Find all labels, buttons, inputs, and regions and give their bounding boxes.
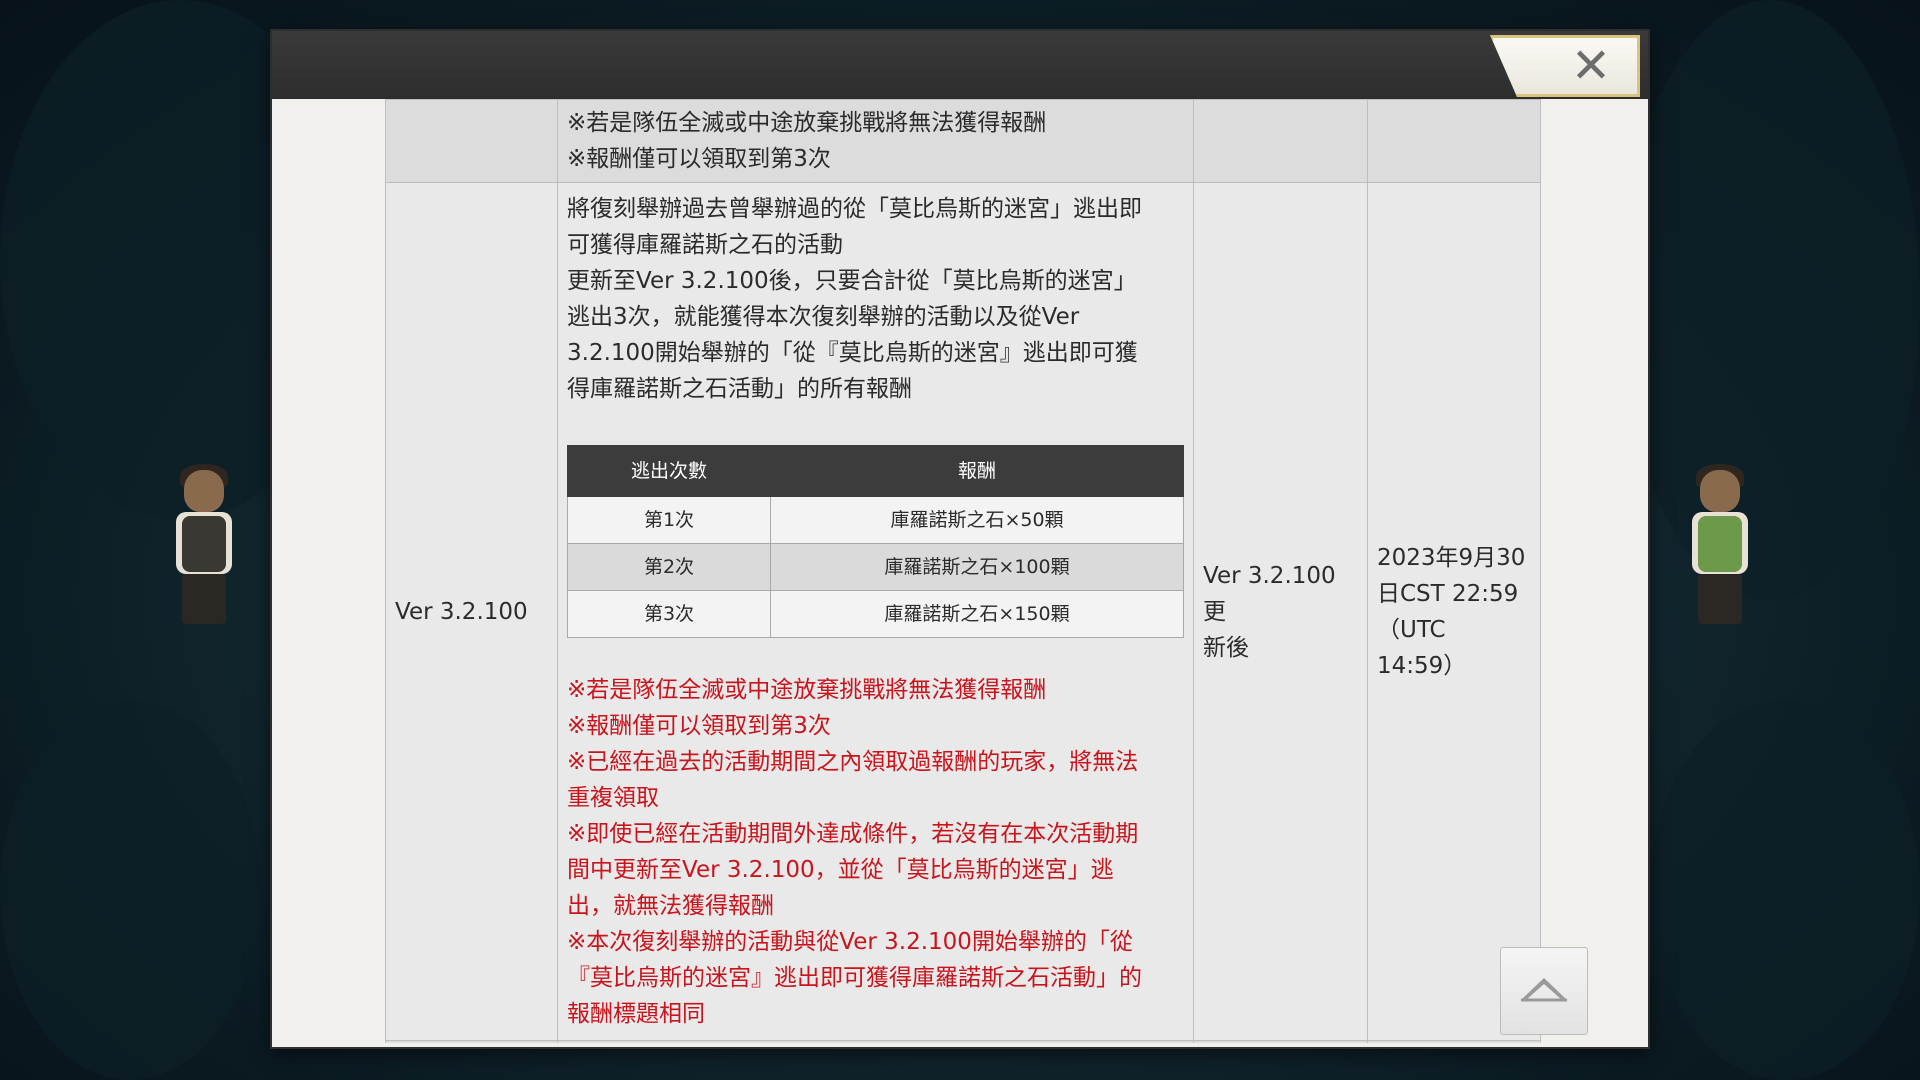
description-cell: 將復刻舉辦過去曾舉辦過的從「莫比烏斯的迷宮」逃出即 可獲得庫羅諾斯之石的活動 更… (557, 182, 1194, 1041)
dialog-content[interactable]: ※若是隊伍全滅或中途放棄挑戰將無法獲得報酬 ※報酬僅可以領取到第3次 Ver 3… (279, 99, 1641, 1043)
end-line: （UTC (1377, 616, 1446, 643)
note-line: 間中更新至Ver 3.2.100，並從「莫比烏斯的迷宮」逃 (567, 857, 1114, 883)
start-line: 新後 (1203, 634, 1249, 661)
version-cell (385, 99, 558, 183)
character-sprite-left (168, 464, 238, 630)
character-sprite-right (1684, 464, 1754, 630)
end-line: 日CST 22:59 (1377, 580, 1519, 607)
note-line: ※報酬僅可以領取到第3次 (567, 713, 831, 739)
description-line: 3.2.100開始舉辦的「從『莫比烏斯的迷宮』逃出即可獲 (567, 340, 1138, 366)
reward-row: 第1次 庫羅諾斯之石×50顆 (567, 496, 1184, 544)
notes-cell: ※若是隊伍全滅或中途放棄挑戰將無法獲得報酬 ※報酬僅可以領取到第3次 (557, 99, 1194, 183)
note-line: ※若是隊伍全滅或中途放棄挑戰將無法獲得報酬 (567, 110, 1047, 136)
table-row: Ver 3.2.100 將復刻舉辦過去曾舉辦過的從「莫比烏斯的迷宮」逃出即 可獲… (385, 182, 1541, 1041)
table-row: ※若是隊伍全滅或中途放棄挑戰將無法獲得報酬 ※報酬僅可以領取到第3次 (385, 99, 1541, 183)
reward-count: 第3次 (567, 590, 771, 638)
note-line: 出，就無法獲得報酬 (567, 893, 774, 919)
end-cell: 2023年9月30 日CST 22:59 （UTC 14:59） (1367, 182, 1541, 1041)
reward-row: 第3次 庫羅諾斯之石×150顆 (567, 590, 1184, 638)
description-line: 更新至Ver 3.2.100後，只要合計從「莫比烏斯的迷宮」 (567, 268, 1137, 294)
close-button[interactable]: ✕ (1490, 35, 1640, 97)
description-line: 得庫羅諾斯之石活動」的所有報酬 (567, 376, 912, 402)
version-cell: Ver 3.2.100 (385, 182, 558, 1041)
end-line: 14:59） (1377, 652, 1467, 679)
description-line: 可獲得庫羅諾斯之石的活動 (567, 232, 843, 258)
end-cell (1367, 99, 1541, 183)
reward-value: 庫羅諾斯之石×50顆 (770, 496, 1184, 544)
start-line: Ver 3.2.100更 (1203, 562, 1336, 625)
reward-count: 第2次 (567, 543, 771, 591)
scroll-to-top-button[interactable] (1500, 947, 1588, 1035)
start-cell (1193, 99, 1368, 183)
notice-dialog: ✕ ※若是隊伍全滅或中途放棄挑戰將無法獲得報酬 ※報酬僅可以領取到第3次 Ver… (272, 31, 1648, 1047)
reward-header-reward: 報酬 (770, 445, 1184, 497)
reward-table: 逃出次數 報酬 第1次 庫羅諾斯之石×50顆 第2次 庫羅諾斯之石×100顆 第… (567, 445, 1184, 638)
note-line: ※已經在過去的活動期間之內領取過報酬的玩家，將無法 (567, 749, 1139, 775)
note-line: ※報酬僅可以領取到第3次 (567, 146, 831, 172)
table-row (385, 1040, 1541, 1043)
start-cell: Ver 3.2.100更 新後 (1193, 182, 1368, 1041)
note-line: ※即使已經在活動期間外達成條件，若沒有在本次活動期 (567, 821, 1139, 847)
reward-count: 第1次 (567, 496, 771, 544)
note-line: 『莫比烏斯的迷宮』逃出即可獲得庫羅諾斯之石活動」的 (567, 965, 1142, 991)
dialog-header (272, 31, 1648, 99)
reward-value: 庫羅諾斯之石×100顆 (770, 543, 1184, 591)
description-line: 逃出3次，就能獲得本次復刻舉辦的活動以及從Ver (567, 304, 1080, 330)
reward-header-count: 逃出次數 (567, 445, 771, 497)
note-line: 重複領取 (567, 785, 659, 811)
event-table: ※若是隊伍全滅或中途放棄挑戰將無法獲得報酬 ※報酬僅可以領取到第3次 Ver 3… (385, 99, 1541, 1043)
note-line: ※本次復刻舉辦的活動與從Ver 3.2.100開始舉辦的「從 (567, 929, 1133, 955)
note-line: 報酬標題相同 (567, 1001, 705, 1027)
end-line: 2023年9月30 (1377, 544, 1526, 571)
close-icon: ✕ (1570, 38, 1612, 94)
reward-value: 庫羅諾斯之石×150顆 (770, 590, 1184, 638)
note-line: ※若是隊伍全滅或中途放棄挑戰將無法獲得報酬 (567, 677, 1047, 703)
chevron-up-icon (1521, 978, 1567, 1002)
reward-row: 第2次 庫羅諾斯之石×100顆 (567, 543, 1184, 591)
notes-block: ※若是隊伍全滅或中途放棄挑戰將無法獲得報酬 ※報酬僅可以領取到第3次 ※已經在過… (567, 672, 1184, 1032)
description-line: 將復刻舉辦過去曾舉辦過的從「莫比烏斯的迷宮」逃出即 (567, 196, 1142, 222)
